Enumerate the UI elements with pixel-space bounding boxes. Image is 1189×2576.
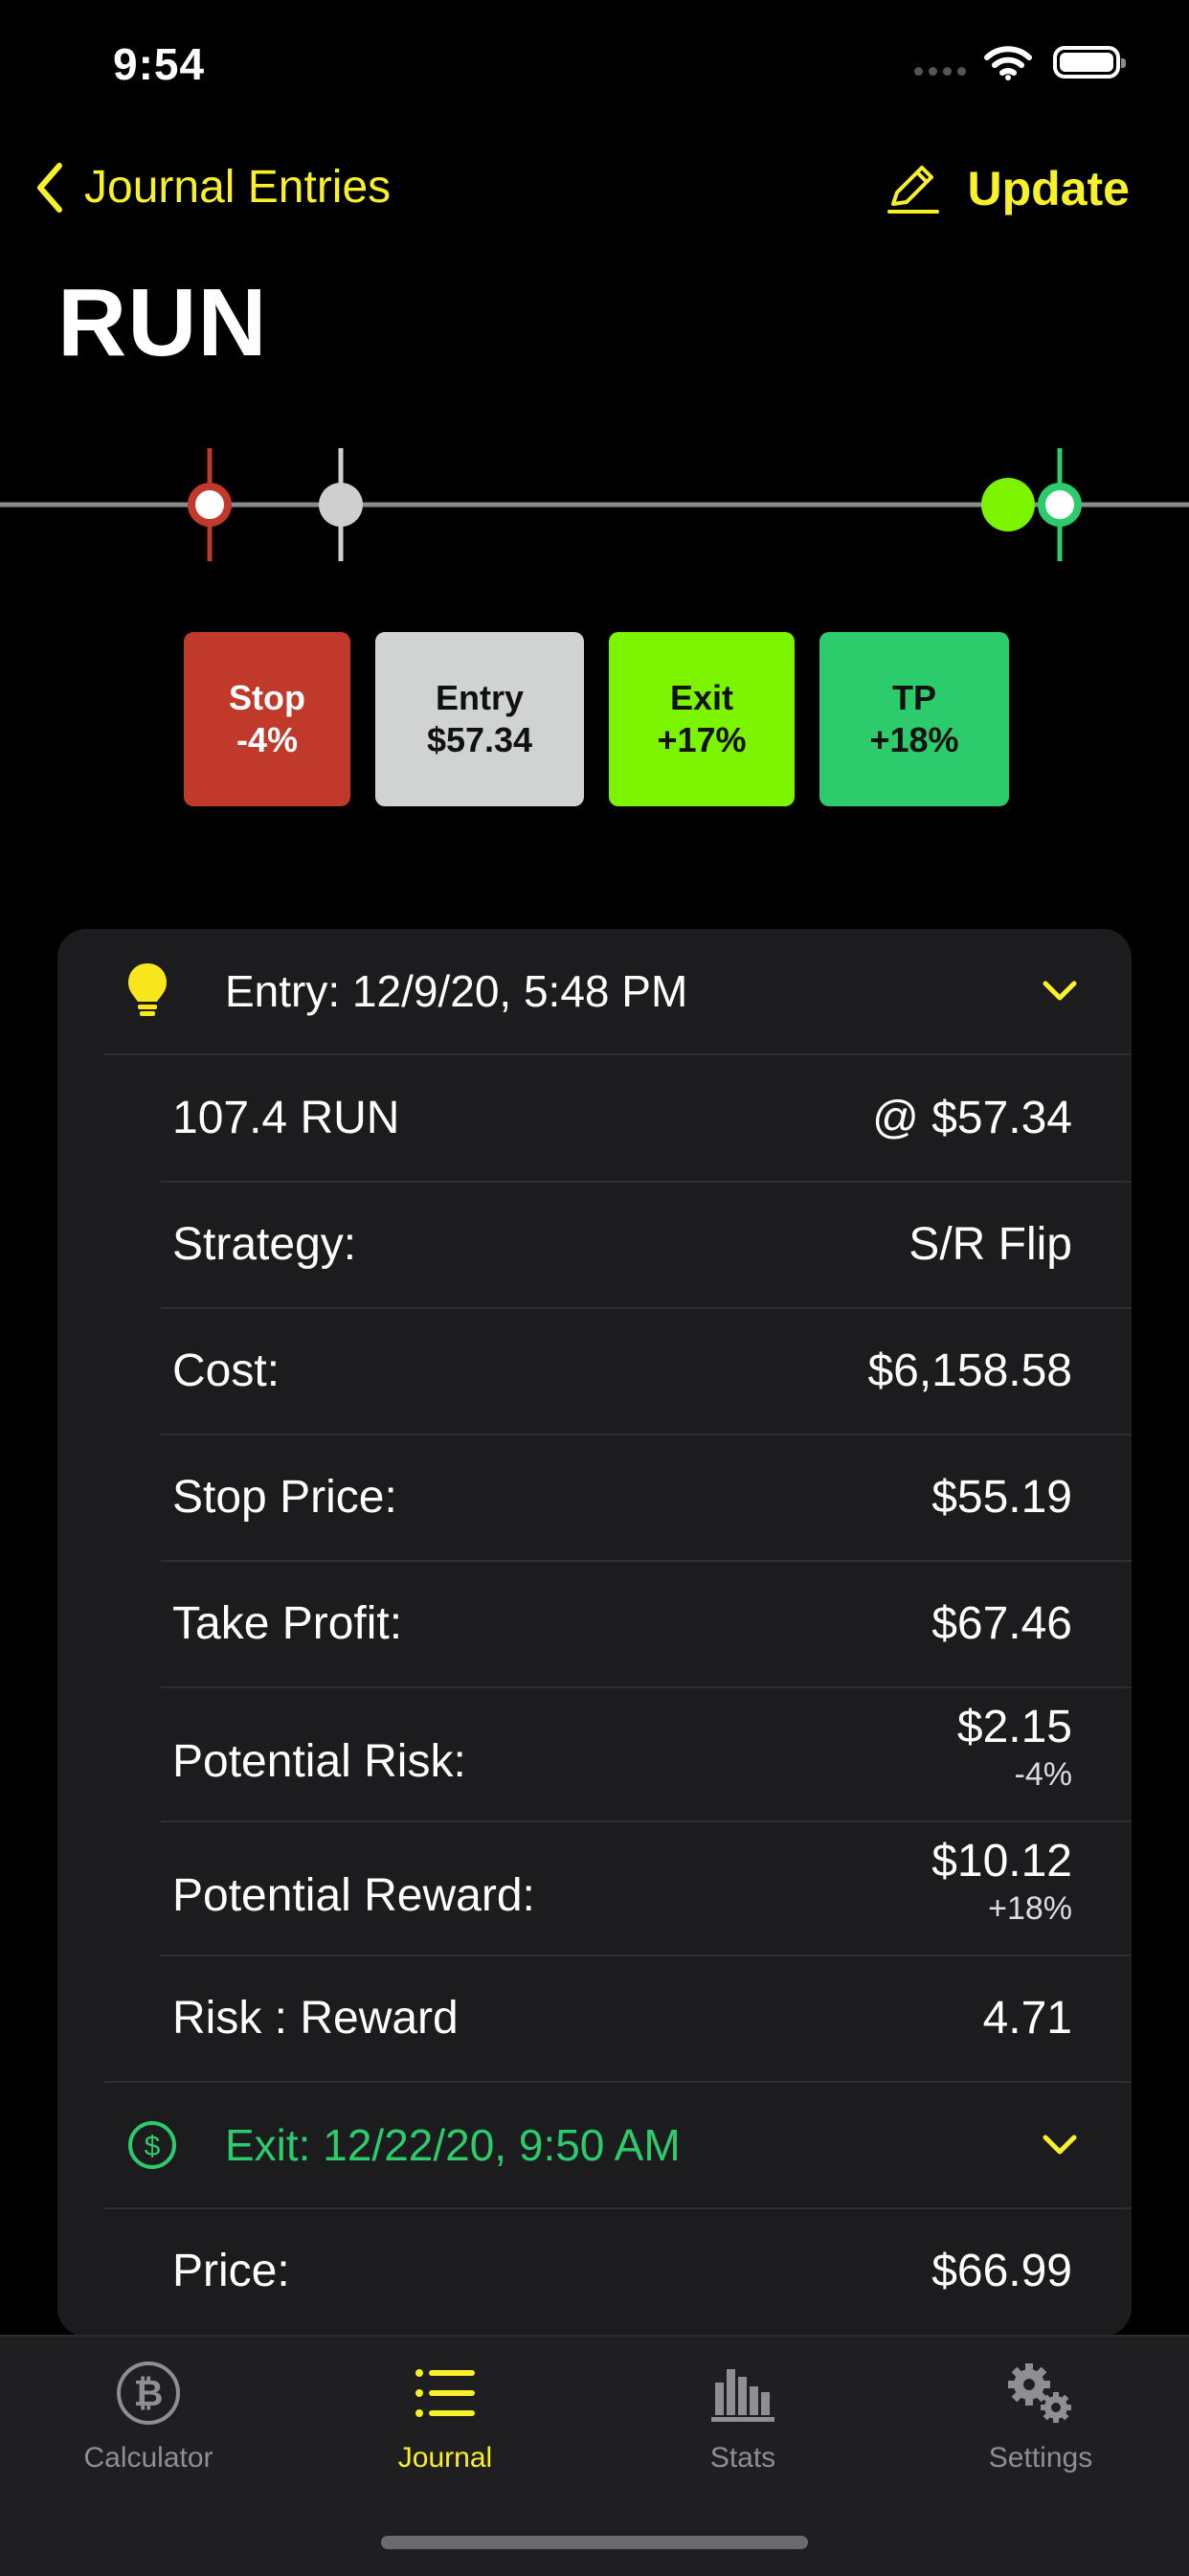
potential-risk-row: Potential Risk: $2.15 -4%: [57, 1701, 1132, 1821]
price-summary-boxes: Stop -4% Entry $57.34 Exit +17% TP +18%: [184, 632, 1009, 806]
svg-text:₿: ₿: [134, 2372, 164, 2414]
exit-marker: [981, 478, 1035, 531]
chevron-down-icon: [1043, 2135, 1077, 2155]
strategy-label: Strategy:: [172, 1219, 357, 1270]
gears-icon: [1008, 2363, 1071, 2423]
take-profit-value: $67.46: [931, 1598, 1072, 1649]
tab-stats-label: Stats: [709, 2442, 776, 2474]
potential-risk-label: Potential Risk:: [172, 1736, 466, 1787]
tab-stats[interactable]: Stats: [623, 2360, 863, 2474]
tab-calculator[interactable]: ₿ Calculator: [29, 2360, 268, 2474]
cellular-signal-icon: [914, 67, 968, 79]
entry-marker: [319, 448, 363, 561]
status-time: 9:54: [113, 39, 206, 89]
stop-box-value: -4%: [236, 720, 299, 759]
stop-marker: [188, 448, 232, 561]
tp-box-value: +18%: [869, 720, 959, 759]
journal-entry-card: Entry: 12/9/20, 5:48 PM 107.4 RUN @ $57.…: [57, 929, 1132, 2337]
exit-price-label: Price:: [172, 2246, 290, 2296]
potential-risk-value: $2.15: [956, 1702, 1072, 1752]
tab-settings-label: Settings: [988, 2442, 1093, 2474]
potential-reward-value: $10.12: [931, 1836, 1072, 1887]
dollar-circle-icon: $: [128, 2121, 176, 2169]
stop-price-label: Stop Price:: [172, 1472, 397, 1523]
potential-reward-label: Potential Reward:: [172, 1870, 535, 1921]
tab-journal[interactable]: Journal: [325, 2360, 565, 2474]
stop-box: Stop -4%: [184, 632, 350, 806]
back-button-label: Journal Entries: [84, 162, 392, 213]
entry-box: Entry $57.34: [375, 632, 584, 806]
divider: [103, 1053, 1132, 1055]
svg-text:$: $: [145, 2131, 161, 2162]
page-title: RUN: [57, 269, 268, 376]
entry-section-header[interactable]: Entry: 12/9/20, 5:48 PM: [57, 929, 1132, 1053]
divider: [161, 1307, 1132, 1309]
list-icon: [415, 2369, 475, 2417]
tab-calculator-label: Calculator: [83, 2442, 213, 2474]
divider: [161, 1686, 1132, 1688]
position-quantity: 107.4 RUN: [172, 1093, 400, 1143]
tab-journal-label: Journal: [397, 2442, 493, 2474]
potential-reward-row: Potential Reward: $10.12 +18%: [57, 1835, 1132, 1955]
home-indicator[interactable]: [381, 2536, 808, 2549]
bar-chart-icon: [711, 2369, 774, 2422]
exit-box-value: +17%: [657, 720, 747, 759]
chevron-down-icon: [1043, 981, 1077, 1001]
entry-box-value: $57.34: [426, 720, 533, 759]
tp-box: TP +18%: [819, 632, 1009, 806]
entry-section-title: Entry: 12/9/20, 5:48 PM: [225, 966, 688, 1016]
take-profit-marker: [1038, 448, 1082, 561]
potential-reward-percent: +18%: [988, 1890, 1072, 1927]
price-level-line: [0, 448, 1189, 561]
bitcoin-icon: ₿: [117, 2361, 180, 2425]
exit-price-value: $66.99: [931, 2246, 1072, 2296]
tp-box-label: TP: [891, 678, 936, 717]
risk-reward-value: 4.71: [982, 1993, 1072, 2044]
wifi-icon: [984, 46, 1032, 80]
cost-label: Cost:: [172, 1345, 280, 1396]
pencil-icon: [886, 166, 939, 214]
lightbulb-icon: [128, 963, 167, 1016]
exit-box-label: Exit: [669, 678, 734, 717]
stop-box-label: Stop: [229, 678, 305, 717]
divider: [161, 1560, 1132, 1562]
divider: [161, 1434, 1132, 1435]
exit-section-title: Exit: 12/22/20, 9:50 AM: [225, 2120, 681, 2170]
position-price: @ $57.34: [872, 1093, 1072, 1143]
divider: [161, 1955, 1132, 1956]
chevron-left-icon: [37, 162, 62, 213]
tab-settings[interactable]: Settings: [921, 2360, 1160, 2474]
exit-box: Exit +17%: [609, 632, 795, 806]
take-profit-label: Take Profit:: [172, 1598, 403, 1649]
divider: [161, 1820, 1132, 1822]
strategy-value: S/R Flip: [909, 1219, 1072, 1270]
update-button[interactable]: Update: [886, 161, 1130, 216]
battery-icon: [1053, 46, 1126, 79]
stop-price-value: $55.19: [931, 1472, 1072, 1523]
risk-reward-label: Risk : Reward: [172, 1993, 459, 2044]
entry-box-label: Entry: [435, 678, 525, 717]
divider: [161, 1181, 1132, 1183]
update-button-label: Update: [967, 162, 1130, 215]
cost-value: $6,158.58: [867, 1345, 1072, 1396]
exit-section-header[interactable]: $ Exit: 12/22/20, 9:50 AM: [57, 2083, 1132, 2207]
back-button[interactable]: Journal Entries: [34, 161, 391, 214]
divider: [103, 2207, 1132, 2209]
potential-risk-percent: -4%: [1014, 1756, 1072, 1793]
